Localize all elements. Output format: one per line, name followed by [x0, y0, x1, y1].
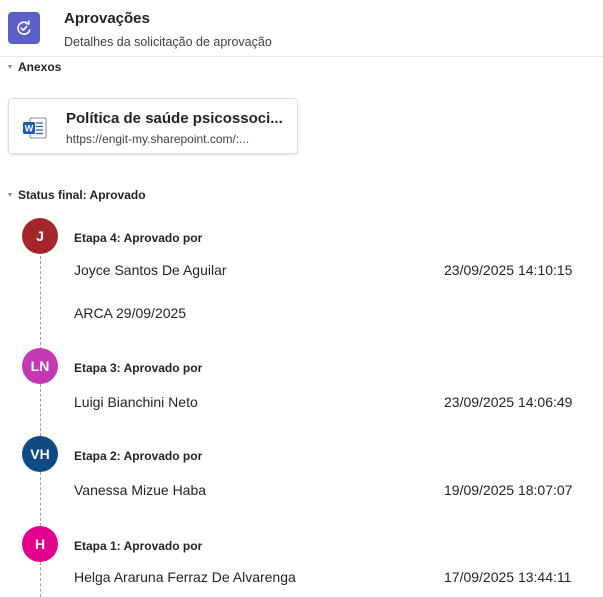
step-label: Etapa 2: Aprovado por: [74, 449, 203, 463]
attachments-section-toggle[interactable]: ▼ Anexos: [6, 60, 62, 74]
approval-timestamp: 23/09/2025 14:10:15: [444, 262, 573, 278]
attachment-title: Política de saúde psicossoci...: [66, 110, 283, 127]
approver-name: Luigi Bianchini Neto: [74, 394, 198, 410]
attachment-url: https://engit-my.sharepoint.com/:...: [66, 132, 250, 146]
approval-timestamp: 17/09/2025 13:44:11: [444, 569, 572, 585]
attachment-card[interactable]: W Política de saúde psicossoci... https:…: [8, 98, 298, 154]
approver-name: Helga Araruna Ferraz De Alvarenga: [74, 569, 296, 585]
svg-text:W: W: [25, 124, 34, 134]
avatar: H: [22, 526, 58, 562]
avatar: VH: [22, 436, 58, 472]
collapse-caret-icon: ▼: [6, 191, 14, 199]
approval-timestamp: 19/09/2025 18:07:07: [444, 482, 573, 498]
avatar: LN: [22, 348, 58, 384]
step-label: Etapa 3: Aprovado por: [74, 361, 203, 375]
approver-name: Joyce Santos De Aguilar: [74, 262, 227, 278]
app-subtitle: Detalhes da solicitação de aprovação: [64, 35, 272, 49]
approval-timestamp: 23/09/2025 14:06:49: [444, 394, 573, 410]
status-section-label: Status final: Aprovado: [18, 188, 146, 202]
timeline-connector: [40, 384, 41, 436]
approval-comment: ARCA 29/09/2025: [74, 305, 187, 321]
collapse-caret-icon: ▼: [6, 63, 14, 71]
approver-name: Vanessa Mizue Haba: [74, 482, 207, 498]
app-title: Aprovações: [64, 10, 150, 27]
attachments-section-label: Anexos: [18, 60, 62, 74]
status-section-toggle[interactable]: ▼ Status final: Aprovado: [6, 188, 146, 202]
header: Aprovações Detalhes da solicitação de ap…: [0, 0, 603, 57]
approvals-icon: [8, 12, 40, 44]
word-document-icon: W: [23, 117, 47, 139]
step-label: Etapa 4: Aprovado por: [74, 231, 203, 245]
step-label: Etapa 1: Aprovado por: [74, 539, 203, 553]
timeline-connector: [40, 562, 41, 597]
timeline-connector: [40, 256, 41, 350]
avatar: J: [22, 218, 58, 254]
timeline-connector: [40, 472, 41, 526]
